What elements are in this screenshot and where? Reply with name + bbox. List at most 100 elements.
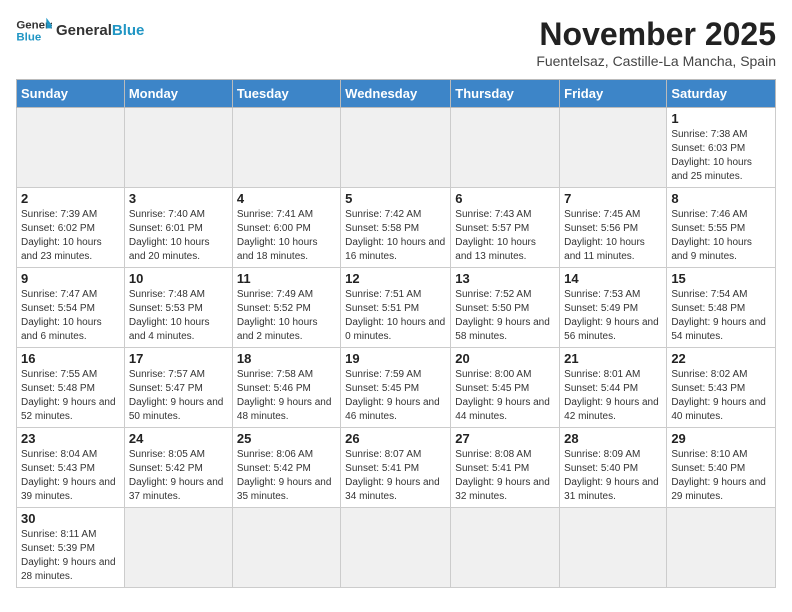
- calendar-cell: 20 Sunrise: 8:00 AM Sunset: 5:45 PM Dayli…: [451, 348, 560, 428]
- calendar-cell: 2Sunrise: 7:39 AM Sunset: 6:02 PM Daylig…: [17, 188, 125, 268]
- day-number: 9: [21, 271, 120, 286]
- location-title: Fuentelsaz, Castille-La Mancha, Spain: [536, 53, 776, 69]
- day-info: Sunrise: 7:46 AM Sunset: 5:55 PM Dayligh…: [671, 208, 771, 264]
- calendar-cell: [232, 108, 340, 188]
- calendar-cell: 22 Sunrise: 8:02 AM Sunset: 5:43 PM Dayli…: [667, 348, 776, 428]
- calendar-cell: 4 Sunrise: 7:41 AM Sunset: 6:00 PM Daylig…: [232, 188, 340, 268]
- calendar-cell: [124, 508, 232, 588]
- day-info: Sunrise: 8:09 AM Sunset: 5:40 PM Dayligh…: [564, 448, 662, 504]
- calendar-cell: 30 Sunrise: 8:11 AM Sunset: 5:39 PM Dayli…: [17, 508, 125, 588]
- svg-text:Blue: Blue: [16, 32, 41, 44]
- day-number: 11: [237, 271, 336, 286]
- day-number: 6: [455, 191, 555, 206]
- day-info: Sunrise: 8:00 AM Sunset: 5:45 PM Dayligh…: [455, 368, 555, 424]
- day-info: Sunrise: 8:10 AM Sunset: 5:40 PM Dayligh…: [671, 448, 771, 504]
- day-of-week-friday: Friday: [560, 80, 667, 108]
- day-of-week-monday: Monday: [124, 80, 232, 108]
- day-number: 4: [237, 191, 336, 206]
- day-number: 22: [671, 351, 771, 366]
- calendar-cell: 27Sunrise: 8:08 AM Sunset: 5:41 PM Dayli…: [451, 428, 560, 508]
- calendar-cell: [341, 508, 451, 588]
- logo: General Blue GeneralBlue: [16, 16, 144, 46]
- day-of-week-tuesday: Tuesday: [232, 80, 340, 108]
- day-number: 14: [564, 271, 662, 286]
- calendar-cell: 13 Sunrise: 7:52 AM Sunset: 5:50 PM Dayli…: [451, 268, 560, 348]
- day-info: Sunrise: 7:45 AM Sunset: 5:56 PM Dayligh…: [564, 208, 662, 264]
- calendar-cell: [451, 108, 560, 188]
- day-number: 25: [237, 431, 336, 446]
- day-info: Sunrise: 8:11 AM Sunset: 5:39 PM Dayligh…: [21, 528, 120, 584]
- day-info: Sunrise: 7:41 AM Sunset: 6:00 PM Dayligh…: [237, 208, 336, 264]
- day-info: Sunrise: 8:05 AM Sunset: 5:42 PM Dayligh…: [129, 448, 228, 504]
- day-number: 7: [564, 191, 662, 206]
- day-of-week-wednesday: Wednesday: [341, 80, 451, 108]
- calendar-cell: [124, 108, 232, 188]
- day-info: Sunrise: 7:43 AM Sunset: 5:57 PM Dayligh…: [455, 208, 555, 264]
- calendar-cell: 15 Sunrise: 7:54 AM Sunset: 5:48 PM Dayli…: [667, 268, 776, 348]
- day-of-week-thursday: Thursday: [451, 80, 560, 108]
- month-title: November 2025: [536, 16, 776, 53]
- day-info: Sunrise: 8:06 AM Sunset: 5:42 PM Dayligh…: [237, 448, 336, 504]
- day-number: 5: [345, 191, 446, 206]
- calendar-cell: 5 Sunrise: 7:42 AM Sunset: 5:58 PM Daylig…: [341, 188, 451, 268]
- calendar-cell: 6 Sunrise: 7:43 AM Sunset: 5:57 PM Daylig…: [451, 188, 560, 268]
- calendar-cell: 10Sunrise: 7:48 AM Sunset: 5:53 PM Dayli…: [124, 268, 232, 348]
- calendar-cell: 24 Sunrise: 8:05 AM Sunset: 5:42 PM Dayli…: [124, 428, 232, 508]
- day-number: 30: [21, 511, 120, 526]
- day-number: 8: [671, 191, 771, 206]
- day-number: 29: [671, 431, 771, 446]
- day-number: 15: [671, 271, 771, 286]
- calendar-cell: [560, 508, 667, 588]
- day-info: Sunrise: 8:02 AM Sunset: 5:43 PM Dayligh…: [671, 368, 771, 424]
- day-number: 24: [129, 431, 228, 446]
- calendar-cell: 7 Sunrise: 7:45 AM Sunset: 5:56 PM Daylig…: [560, 188, 667, 268]
- calendar-cell: 29 Sunrise: 8:10 AM Sunset: 5:40 PM Dayli…: [667, 428, 776, 508]
- calendar-cell: [232, 508, 340, 588]
- day-info: Sunrise: 7:48 AM Sunset: 5:53 PM Dayligh…: [129, 288, 228, 344]
- calendar-cell: [341, 108, 451, 188]
- day-number: 16: [21, 351, 120, 366]
- calendar-cell: 8 Sunrise: 7:46 AM Sunset: 5:55 PM Daylig…: [667, 188, 776, 268]
- calendar-cell: 11 Sunrise: 7:49 AM Sunset: 5:52 PM Dayli…: [232, 268, 340, 348]
- calendar-cell: 3Sunrise: 7:40 AM Sunset: 6:01 PM Daylig…: [124, 188, 232, 268]
- calendar-cell: 16 Sunrise: 7:55 AM Sunset: 5:48 PM Dayli…: [17, 348, 125, 428]
- calendar-cell: 18Sunrise: 7:58 AM Sunset: 5:46 PM Dayli…: [232, 348, 340, 428]
- day-info: Sunrise: 7:54 AM Sunset: 5:48 PM Dayligh…: [671, 288, 771, 344]
- day-info: Sunrise: 7:55 AM Sunset: 5:48 PM Dayligh…: [21, 368, 120, 424]
- day-of-week-saturday: Saturday: [667, 80, 776, 108]
- day-number: 18: [237, 351, 336, 366]
- calendar-cell: 1 Sunrise: 7:38 AM Sunset: 6:03 PM Daylig…: [667, 108, 776, 188]
- day-info: Sunrise: 7:53 AM Sunset: 5:49 PM Dayligh…: [564, 288, 662, 344]
- calendar-cell: 12 Sunrise: 7:51 AM Sunset: 5:51 PM Dayli…: [341, 268, 451, 348]
- calendar-cell: 28 Sunrise: 8:09 AM Sunset: 5:40 PM Dayli…: [560, 428, 667, 508]
- day-number: 1: [671, 111, 771, 126]
- day-info: Sunrise: 8:07 AM Sunset: 5:41 PM Dayligh…: [345, 448, 446, 504]
- day-number: 2: [21, 191, 120, 206]
- day-info: Sunrise: 8:04 AM Sunset: 5:43 PM Dayligh…: [21, 448, 120, 504]
- calendar-cell: [667, 508, 776, 588]
- day-number: 21: [564, 351, 662, 366]
- day-number: 3: [129, 191, 228, 206]
- calendar-cell: 26Sunrise: 8:07 AM Sunset: 5:41 PM Dayli…: [341, 428, 451, 508]
- day-info: Sunrise: 7:38 AM Sunset: 6:03 PM Dayligh…: [671, 128, 771, 184]
- day-info: Sunrise: 8:01 AM Sunset: 5:44 PM Dayligh…: [564, 368, 662, 424]
- day-number: 28: [564, 431, 662, 446]
- day-number: 13: [455, 271, 555, 286]
- day-number: 12: [345, 271, 446, 286]
- calendar-cell: 17Sunrise: 7:57 AM Sunset: 5:47 PM Dayli…: [124, 348, 232, 428]
- logo-text: GeneralBlue: [56, 22, 144, 40]
- calendar-cell: [451, 508, 560, 588]
- calendar-cell: 23Sunrise: 8:04 AM Sunset: 5:43 PM Dayli…: [17, 428, 125, 508]
- day-of-week-sunday: Sunday: [17, 80, 125, 108]
- calendar-cell: 21 Sunrise: 8:01 AM Sunset: 5:44 PM Dayli…: [560, 348, 667, 428]
- calendar-cell: 9Sunrise: 7:47 AM Sunset: 5:54 PM Daylig…: [17, 268, 125, 348]
- day-number: 20: [455, 351, 555, 366]
- day-info: Sunrise: 7:51 AM Sunset: 5:51 PM Dayligh…: [345, 288, 446, 344]
- calendar-cell: 19Sunrise: 7:59 AM Sunset: 5:45 PM Dayli…: [341, 348, 451, 428]
- day-info: Sunrise: 7:59 AM Sunset: 5:45 PM Dayligh…: [345, 368, 446, 424]
- day-info: Sunrise: 7:52 AM Sunset: 5:50 PM Dayligh…: [455, 288, 555, 344]
- calendar-cell: 25 Sunrise: 8:06 AM Sunset: 5:42 PM Dayli…: [232, 428, 340, 508]
- calendar-cell: [560, 108, 667, 188]
- day-info: Sunrise: 7:42 AM Sunset: 5:58 PM Dayligh…: [345, 208, 446, 264]
- day-info: Sunrise: 7:49 AM Sunset: 5:52 PM Dayligh…: [237, 288, 336, 344]
